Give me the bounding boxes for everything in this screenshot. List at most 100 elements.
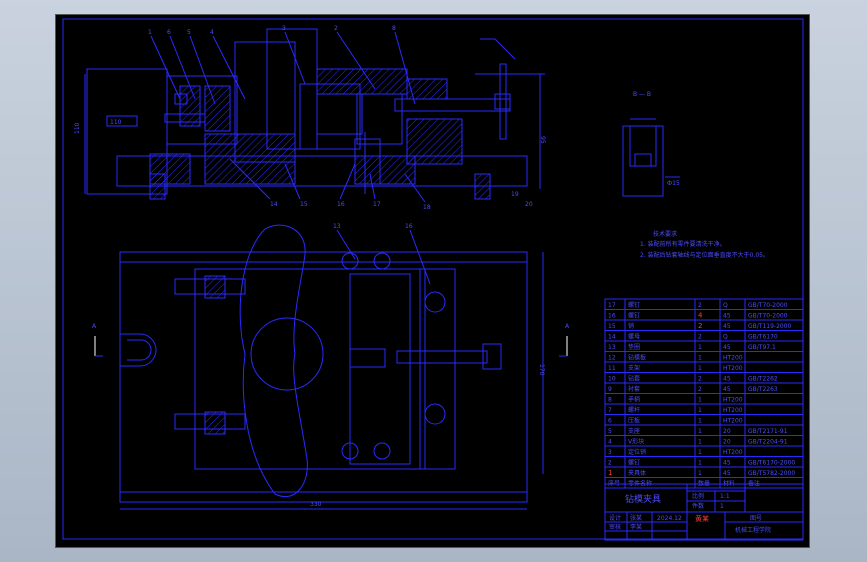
bom-cell-no: 5 [608, 428, 612, 435]
bom-cell-mat: HT200 [723, 418, 743, 425]
bom-cell-no: 16 [608, 313, 616, 320]
tech-req-heading: 技术要求 [653, 230, 677, 238]
bom-cell-no: 11 [608, 365, 616, 372]
bom-cell-mat: 45 [723, 460, 731, 467]
sheet-value: 1 [720, 503, 724, 510]
bom-cell-std: GB/T6170 [748, 334, 778, 341]
balloon-18: 18 [423, 204, 431, 211]
bom-cell-mat: Q [723, 302, 728, 309]
bom-cell-no: 3 [608, 449, 612, 456]
svg-text:16: 16 [405, 223, 413, 230]
bom-cell-name: 螺杆 [628, 406, 640, 414]
front-section-view: 110 1 6 5 4 3 2 8 14 15 16 17 18 19 20 9… [74, 25, 546, 211]
bom-cell-std: GB/T5782-2000 [748, 470, 795, 477]
drawing-canvas: 110 1 6 5 4 3 2 8 14 15 16 17 18 19 20 9… [62, 18, 804, 541]
bom-cell-qty: 1 [698, 344, 702, 351]
bom-cell-qty: 1 [698, 418, 702, 425]
checker-name: 李某 [630, 523, 642, 531]
title-name: 钻模夹具 [625, 493, 661, 505]
title-block: 钻模夹具 比例 1:1 件数 1 设计 张某 2024.12 黄某 图号 审核 … [604, 483, 804, 541]
balloon-4: 4 [210, 29, 214, 36]
bom-cell-name: 支架 [628, 364, 640, 372]
bom-cell-mat: 45 [723, 344, 731, 351]
section-mark-right: A [565, 323, 570, 330]
ratio-value: 1:1 [720, 493, 730, 500]
bom-cell-std: GB/T70-2000 [748, 313, 788, 320]
bom-cell-no: 4 [608, 439, 612, 446]
bom-cell-qty: 1 [698, 428, 702, 435]
bom-cell-name: 钻套 [628, 375, 640, 383]
svg-text:Ф15: Ф15 [667, 180, 680, 187]
bom-cell-no: 2 [608, 460, 612, 467]
designer-label: 设计 [609, 514, 621, 522]
bom-cell-name: 螺钉 [628, 459, 640, 467]
bom-cell-qty: 2 [698, 322, 702, 330]
balloon-6: 6 [167, 29, 171, 36]
bom-cell-mat: Q [723, 334, 728, 341]
bom-cell-mat: 45 [723, 313, 731, 320]
dim-bottom: 330 [310, 501, 322, 508]
balloon-3: 3 [282, 25, 286, 32]
bom-cell-no: 13 [608, 344, 616, 351]
bom-cell-qty: 1 [698, 470, 702, 477]
bom-cell-no: 14 [608, 334, 616, 341]
bom-cell-name: 螺钉 [628, 301, 640, 309]
bom-cell-name: 螺钉 [628, 312, 640, 320]
detail-b-b: B — B Ф15 [622, 91, 680, 197]
design-date: 2024.12 [657, 515, 682, 522]
bom-cell-name: 衬套 [628, 385, 640, 393]
ratio-label: 比例 [692, 492, 704, 500]
bom-cell-std: GB/T2204-91 [748, 439, 788, 446]
balloon-1: 1 [148, 29, 152, 36]
balloon-15: 15 [300, 201, 308, 208]
bom-cell-std: GB/T70-2000 [748, 302, 788, 309]
tech-req-line1: 1. 装配前所有零件要清洗干净。 [640, 240, 726, 248]
bom-cell-qty: 1 [698, 460, 702, 467]
bom-cell-mat: 45 [723, 376, 731, 383]
cad-drawing-viewport[interactable]: 110 1 6 5 4 3 2 8 14 15 16 17 18 19 20 9… [55, 14, 810, 548]
view-label-b-b: B — B [633, 91, 651, 98]
bom-cell-mat: 45 [723, 386, 731, 393]
bom-cell-name: V形块 [628, 438, 644, 446]
bom-table: 17 螺钉 2 Q GB/T70-200016 螺钉 4 45 GB/T70-200015 销 2 4… [604, 298, 804, 489]
bom-cell-name: 压板 [628, 417, 640, 425]
bom-cell-no: 17 [608, 302, 616, 309]
technical-requirements: 技术要求 1. 装配前所有零件要清洗干净。 2. 装配后钻套轴线与定位面垂直度不… [640, 230, 769, 259]
bom-cell-std: GB/T6170-2000 [748, 460, 795, 467]
bom-cell-qty: 1 [698, 407, 702, 414]
bom-cell-name: 定位销 [628, 448, 646, 456]
bom-cell-qty: 1 [698, 449, 702, 456]
balloon-16: 16 [337, 201, 345, 208]
bom-cell-qty: 2 [698, 302, 702, 309]
bom-cell-no: 6 [608, 418, 612, 425]
bom-cell-qty: 2 [698, 376, 702, 383]
bom-cell-name: 支座 [628, 427, 640, 435]
bom-cell-std: GB/T119-2000 [748, 323, 792, 330]
balloon-14: 14 [270, 201, 278, 208]
bom-cell-qty: 1 [698, 397, 702, 404]
bom-cell-no: 12 [608, 355, 616, 362]
bom-cell-mat: HT200 [723, 449, 743, 456]
bom-cell-no: 9 [608, 386, 612, 393]
bom-cell-no: 1 [608, 469, 612, 477]
bom-cell-mat: 45 [723, 470, 731, 477]
bom-cell-no: 15 [608, 323, 616, 330]
bom-cell-name: 钻模板 [628, 354, 646, 362]
bom-cell-name: 销 [628, 322, 634, 330]
bom-cell-no: 10 [608, 376, 616, 383]
school-name: 机械工程学院 [735, 526, 771, 534]
bom-cell-qty: 1 [698, 355, 702, 362]
bom-cell-mat: HT200 [723, 365, 743, 372]
bom-cell-mat: HT200 [723, 407, 743, 414]
checker-label: 审核 [609, 523, 621, 531]
balloon-20: 20 [525, 201, 533, 208]
section-mark-left: A [92, 323, 97, 330]
sheet-label: 件数 [692, 502, 704, 510]
svg-text:110: 110 [110, 119, 122, 126]
drawing-no-label: 图号 [750, 515, 762, 522]
balloon-19: 19 [511, 191, 519, 198]
bom-cell-name: 螺母 [628, 333, 640, 341]
bom-cell-mat: 20 [723, 428, 731, 435]
bom-cell-std: GB/T2171-91 [748, 428, 788, 435]
bom-cell-mat: HT200 [723, 397, 743, 404]
